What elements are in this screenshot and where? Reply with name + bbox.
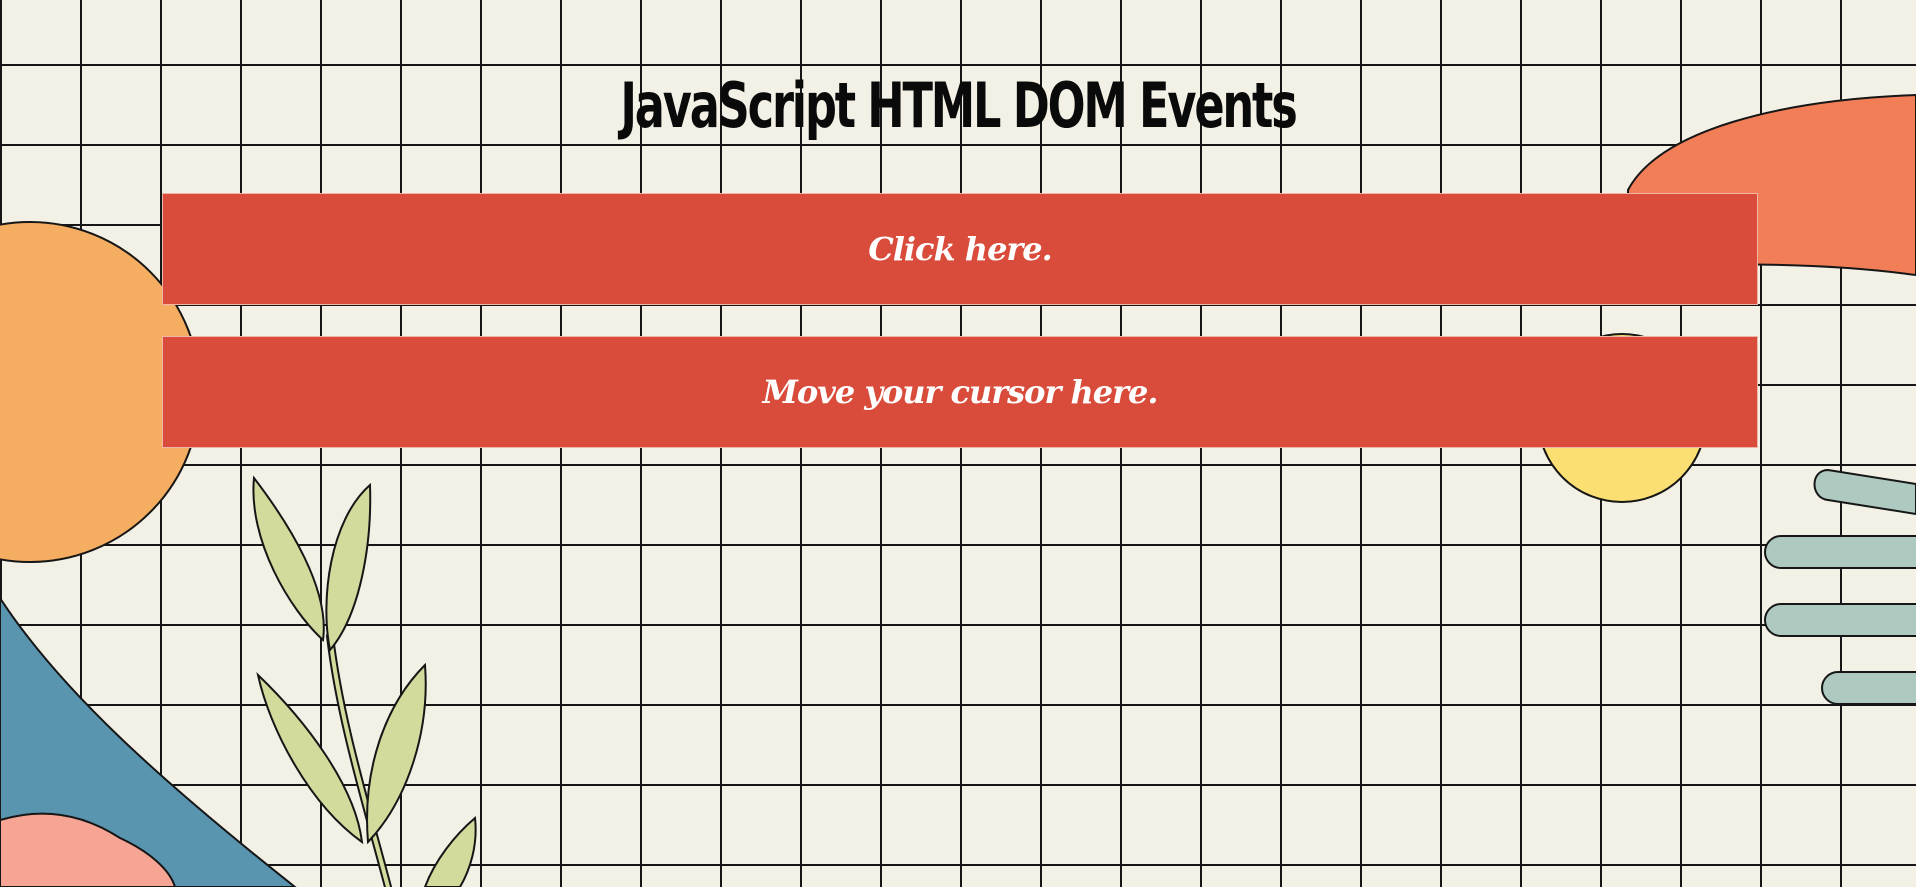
leaf [256,672,364,845]
hover-box-label: Move your cursor here. [762,373,1158,411]
page-background: JavaScript HTML DOM Events Click here. M… [0,0,1916,887]
hover-box[interactable]: Move your cursor here. [162,336,1758,448]
leaf [252,475,325,643]
leaf [423,816,477,887]
sage-bar [1821,671,1916,705]
leaf [366,662,427,845]
click-box[interactable]: Click here. [162,193,1758,305]
sage-bar [1813,468,1916,516]
page-title: JavaScript HTML DOM Events [620,69,1297,142]
click-box-label: Click here. [868,230,1053,268]
sage-bar [1764,535,1916,569]
leaf [325,482,372,653]
sage-bar [1764,603,1916,637]
